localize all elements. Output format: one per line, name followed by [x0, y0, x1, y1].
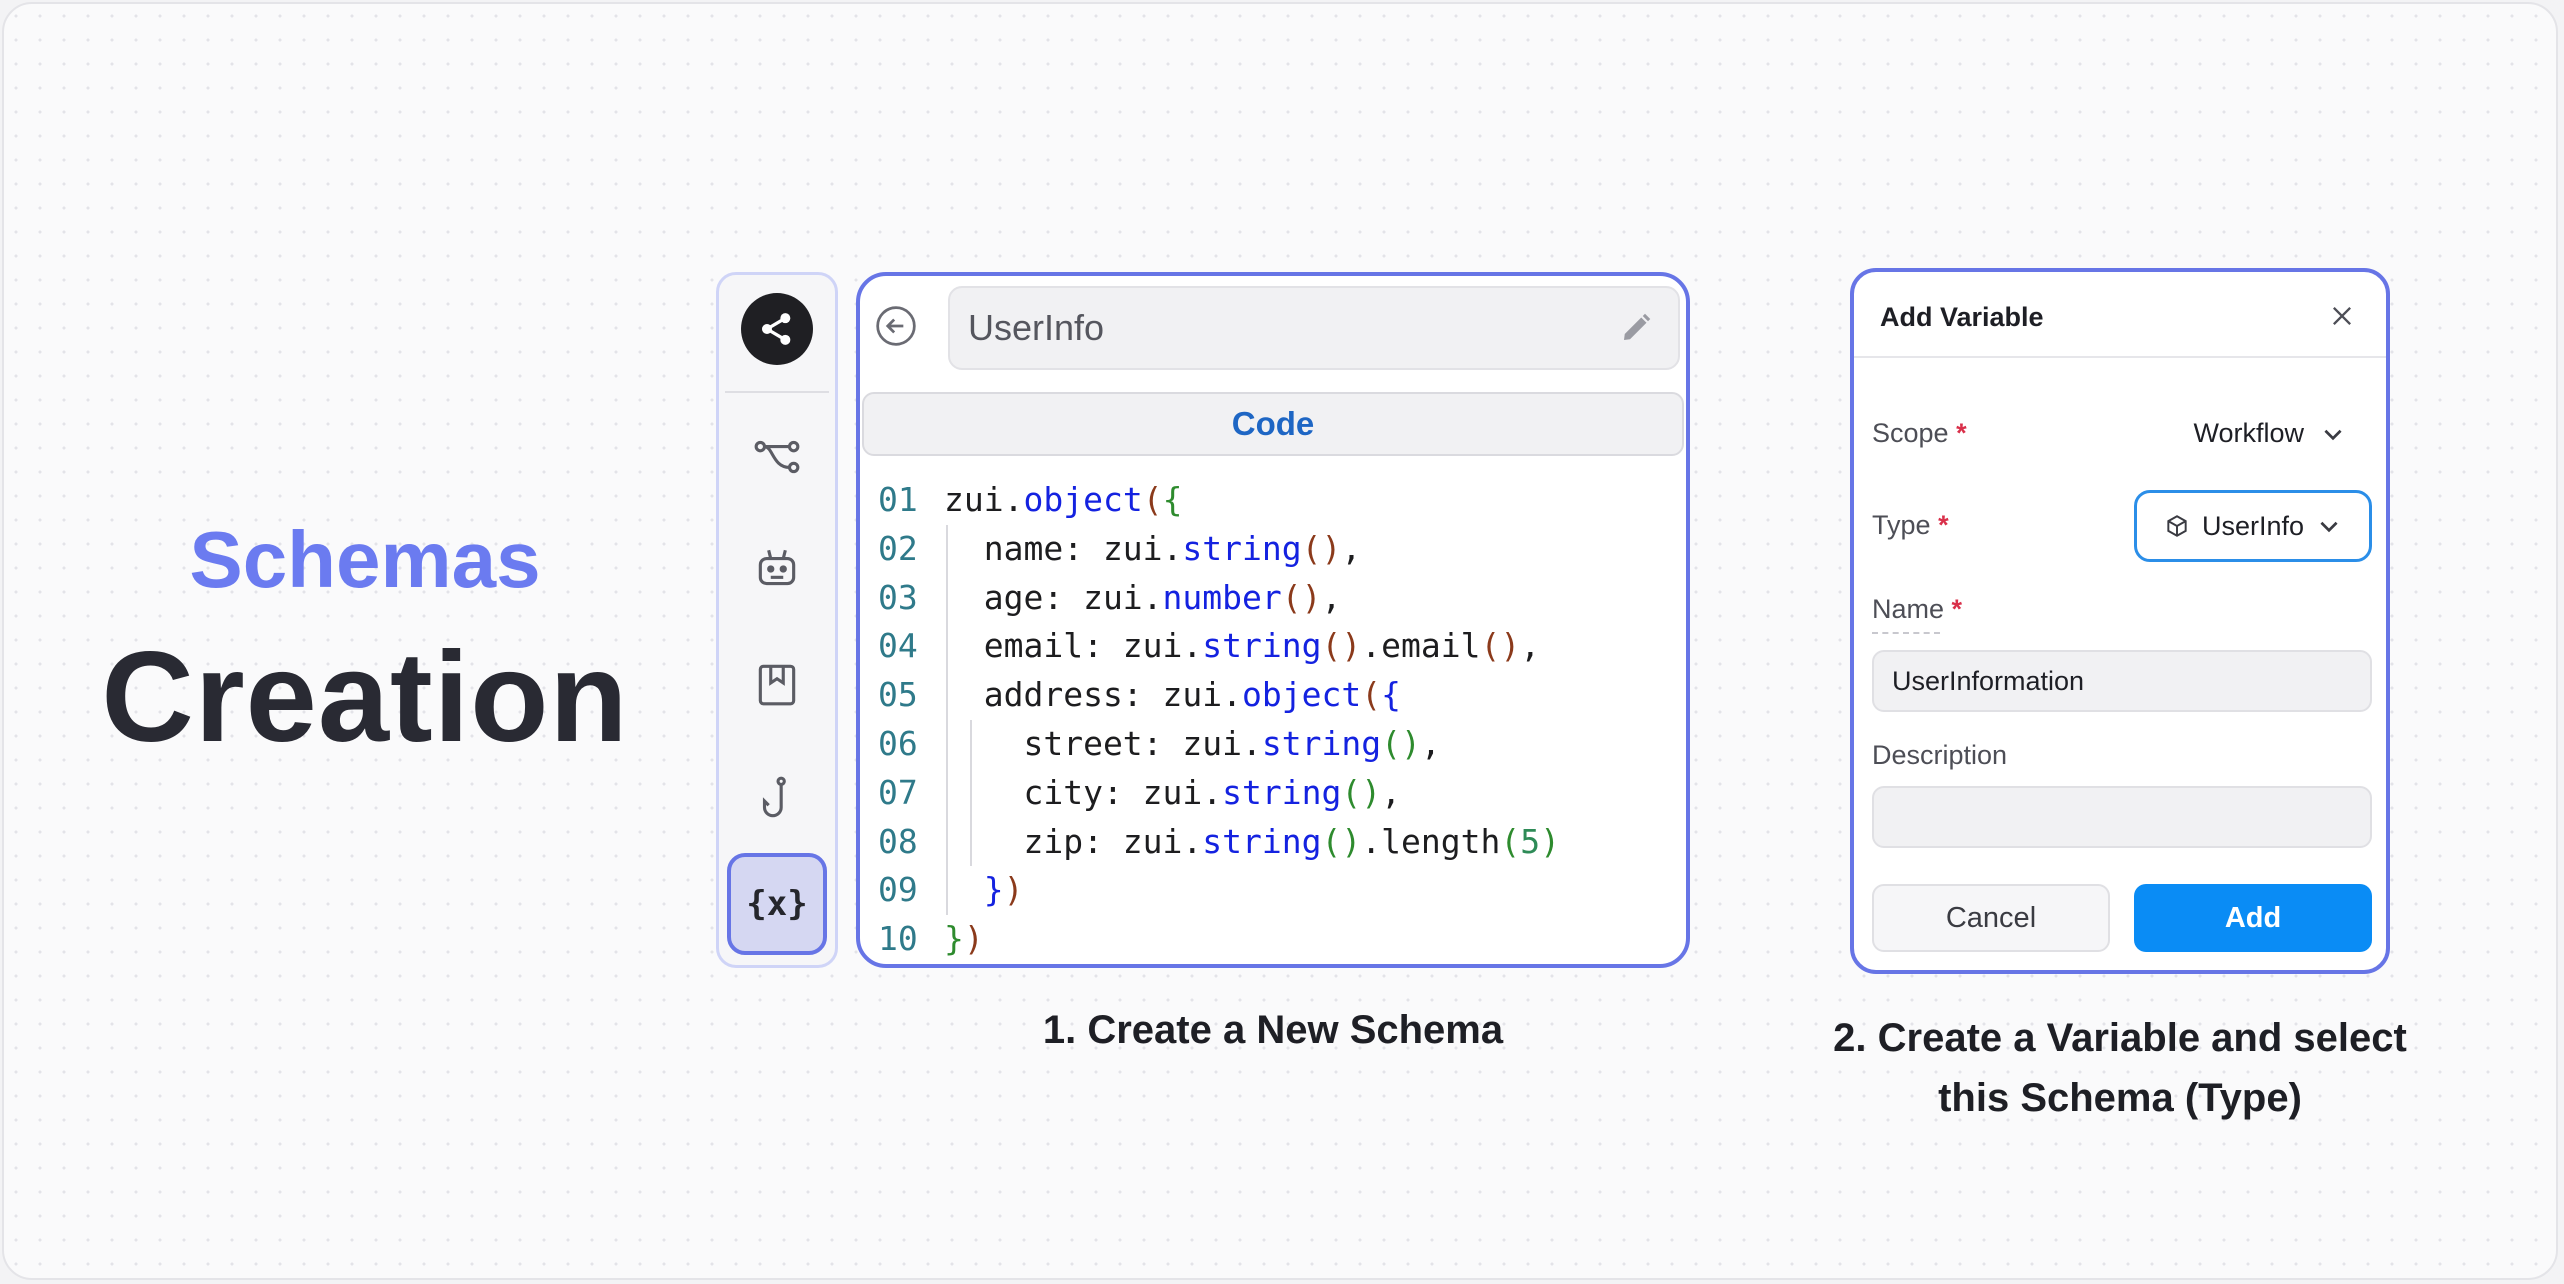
hero-subtitle: Schemas [189, 515, 541, 604]
name-input[interactable]: UserInformation [1872, 650, 2372, 712]
scope-value: Workflow [2193, 418, 2304, 448]
code-block[interactable]: 01 zui.object({ 02 name: zui.string(), 03… [860, 476, 1686, 964]
sidebar-divider [725, 391, 829, 393]
sidebar: {x} [716, 272, 838, 968]
tab-code[interactable]: Code [862, 392, 1684, 456]
code-line: 06 street: zui.string(), [860, 719, 1686, 769]
scope-select[interactable]: Workflow [2193, 418, 2346, 449]
chevron-down-icon [2320, 521, 2338, 533]
hook-icon[interactable] [745, 767, 809, 831]
scope-label: Scope * [1872, 418, 1967, 448]
hero-title: Creation [101, 626, 629, 769]
code-line: 02 name: zui.string(), [860, 524, 1686, 574]
code-line: 09 }) [860, 866, 1686, 916]
name-label-underline [1872, 632, 1940, 634]
code-line: 04 email: zui.string().email(), [860, 622, 1686, 672]
schema-name-text: UserInfo [968, 307, 1105, 348]
code-line: 01 zui.object({ [878, 480, 1183, 519]
name-label: Name * [1872, 594, 1963, 624]
close-icon[interactable] [2328, 302, 2356, 330]
type-label: Type * [1872, 510, 1949, 540]
code-line: 08 zip: zui.string().length(5) [860, 817, 1686, 867]
variables-tab[interactable]: {x} [727, 853, 827, 955]
chevron-down-icon [2324, 429, 2342, 440]
code-line: 03 age: zui.number(), [860, 573, 1686, 623]
description-input[interactable] [1872, 786, 2372, 848]
code-line: 10}) [878, 919, 984, 959]
schema-editor: UserInfo Code 01 zui.object({ 02 name: zu… [856, 272, 1690, 968]
variables-icon: {x} [746, 884, 808, 924]
caption-step-2: 2. Create a Variable and select this Sch… [1800, 1008, 2440, 1128]
workflow-icon[interactable] [745, 425, 809, 489]
type-select[interactable]: UserInfo [2134, 490, 2372, 562]
pencil-icon[interactable] [1618, 310, 1654, 346]
add-button[interactable]: Add [2134, 884, 2372, 952]
bot-icon[interactable] [745, 537, 809, 601]
dialog-title: Add Variable [1880, 302, 2044, 332]
cancel-button[interactable]: Cancel [1872, 884, 2110, 952]
back-arrow-icon[interactable] [874, 304, 918, 348]
code-line: 05 address: zui.object({ [860, 671, 1686, 720]
share-logo-icon[interactable] [741, 293, 813, 365]
bookmark-icon[interactable] [745, 653, 809, 717]
cube-icon [2167, 515, 2187, 537]
caption-step-2-line1: 2. Create a Variable and select [1833, 1016, 2407, 1060]
schema-name-field[interactable]: UserInfo [948, 286, 1680, 370]
description-label: Description [1872, 740, 2008, 770]
caption-step-2-line2: this Schema (Type) [1938, 1076, 2302, 1120]
dialog-divider [1854, 356, 2386, 358]
caption-step-1: 1. Create a New Schema [1042, 1008, 1504, 1052]
code-line: 07 city: zui.string(), [860, 768, 1686, 818]
add-variable-dialog: Add Variable Scope * Workflow Type * Use… [1850, 268, 2390, 974]
type-value: UserInfo [2201, 510, 2305, 541]
